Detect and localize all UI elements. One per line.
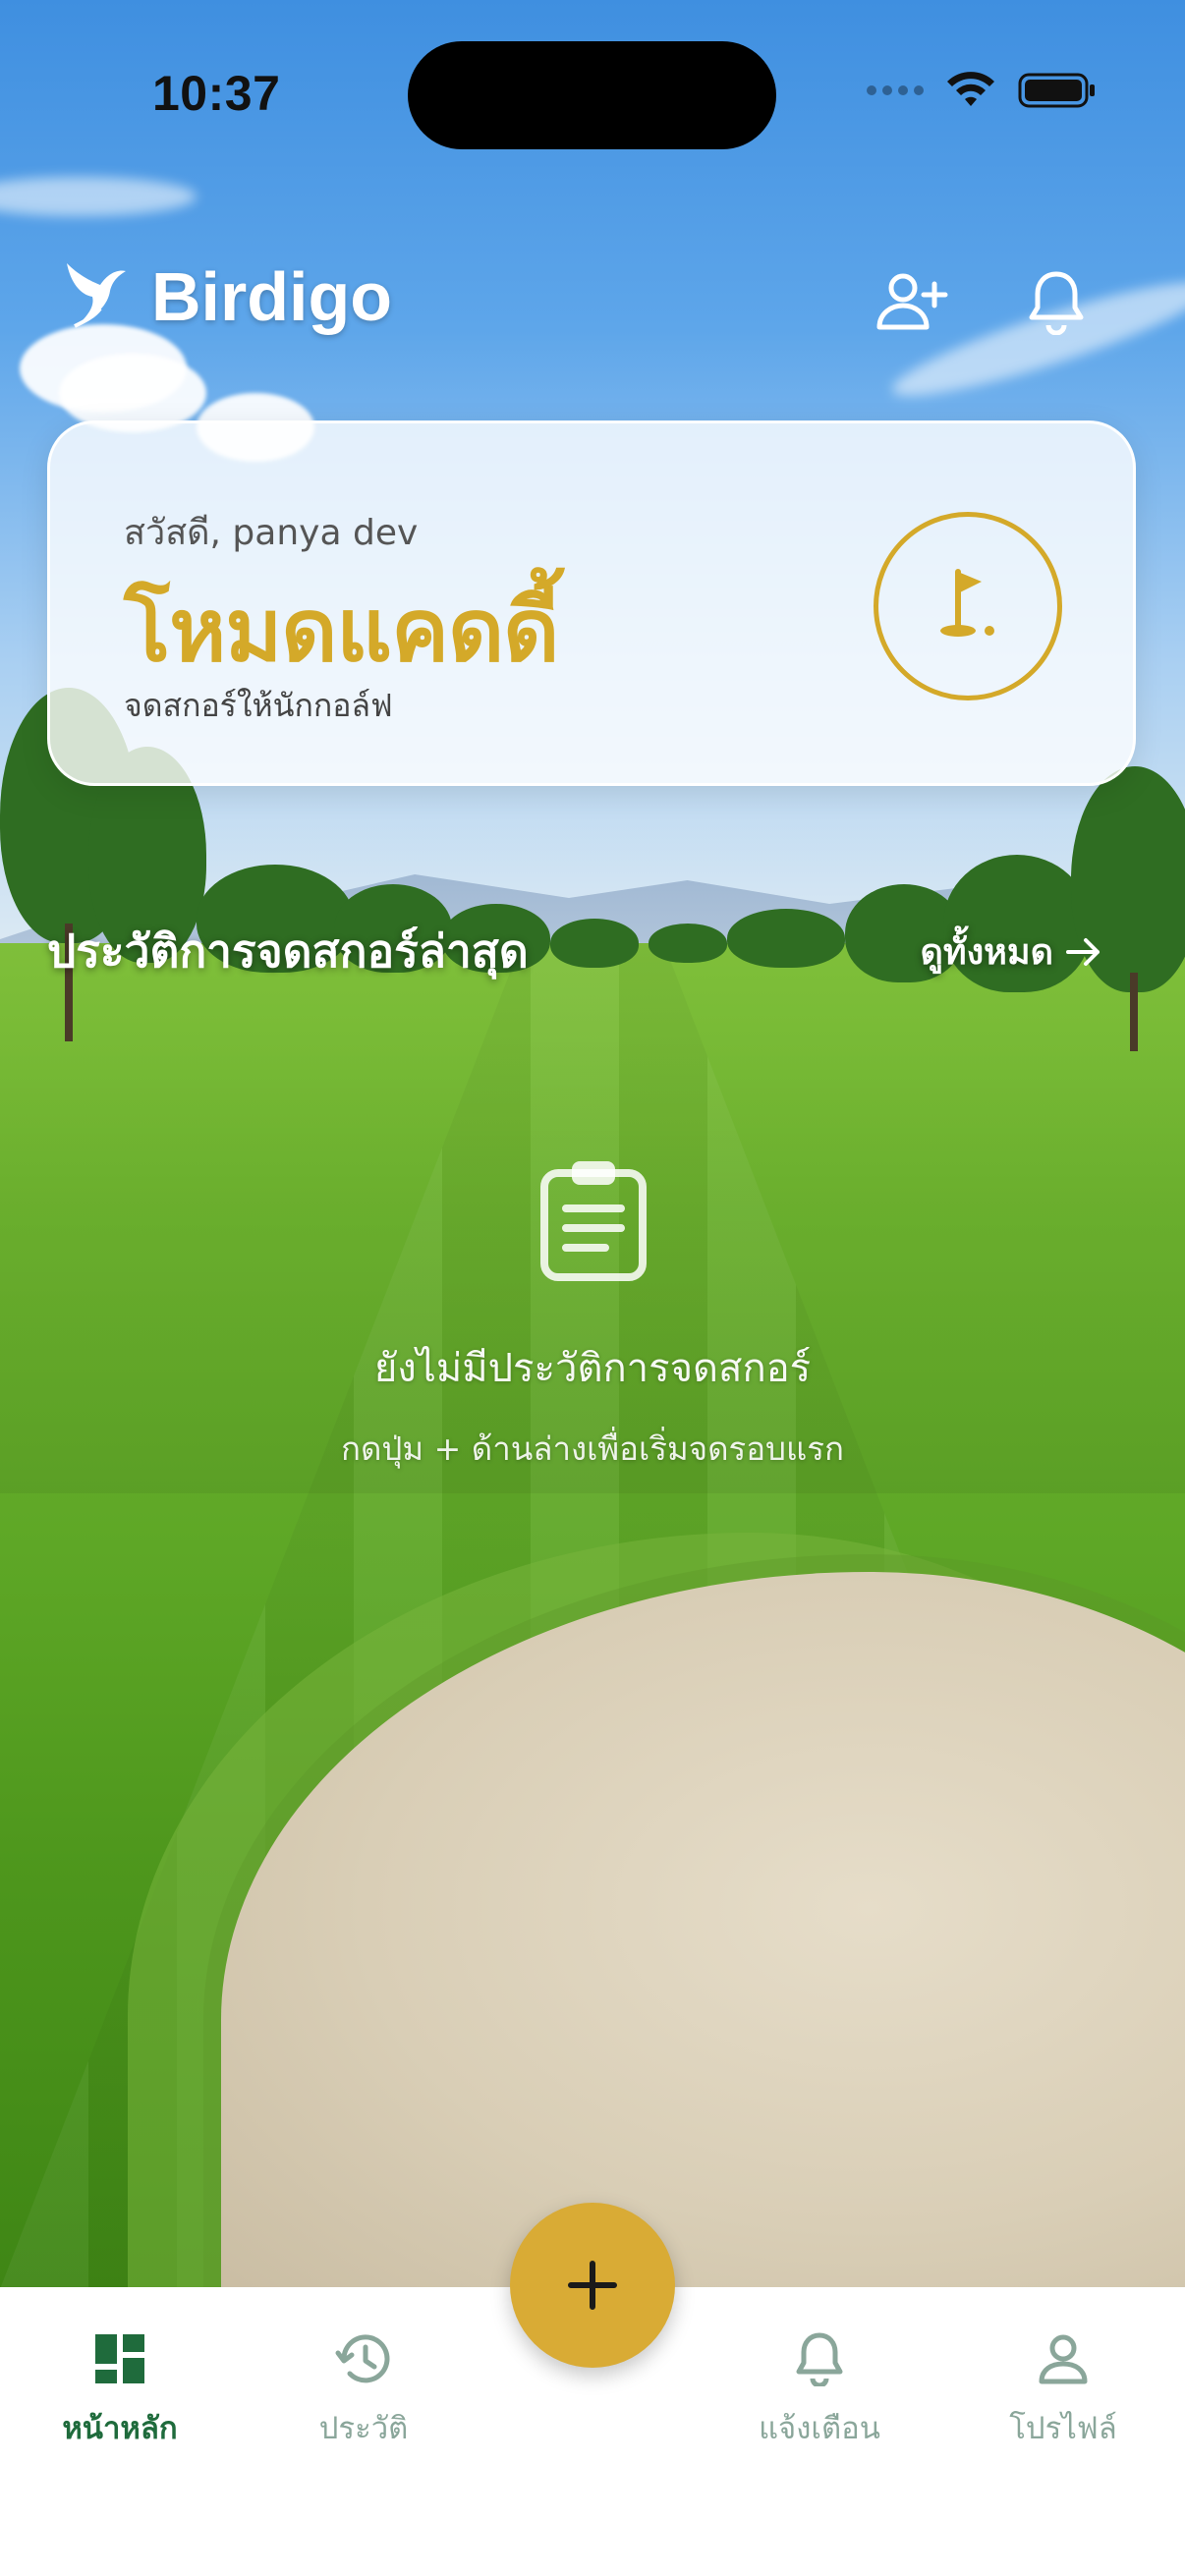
dashboard-icon	[95, 2334, 144, 2383]
dynamic-island	[408, 41, 776, 149]
person-icon	[1039, 2334, 1088, 2384]
nav-item-home[interactable]: หน้าหลัก	[22, 2326, 218, 2452]
plus-icon	[568, 2261, 617, 2310]
nav-item-history[interactable]: ประวัติ	[265, 2326, 462, 2452]
app-name: Birdigo	[151, 258, 392, 335]
caddy-mode-subtitle: จดสกอร์ให้นักกอล์ฟ	[124, 687, 393, 724]
nav-label-notifications: แจ้งเตือน	[759, 2411, 880, 2446]
home-screen: 10:37 Birdigo สวัสดี, panya dev โหมดแคดด…	[0, 0, 1185, 2576]
caddy-mode-title: โหมดแคดดี้	[124, 580, 559, 681]
see-all-label: ดูทั้งหมด	[920, 932, 1053, 973]
add-round-button[interactable]	[510, 2203, 675, 2368]
add-person-icon	[876, 273, 948, 330]
history-section-title: ประวัติการจดสกอร์ล่าสุด	[47, 924, 529, 978]
cellular-signal-icon	[867, 85, 924, 95]
empty-state-subtitle: กดปุ่ม + ด้านล่างเพื่อเริ่มจดรอบแรก	[341, 1429, 844, 1468]
nav-label-history: ประวัติ	[318, 2411, 409, 2446]
brand: Birdigo	[61, 257, 392, 336]
golf-flag-icon	[940, 569, 994, 637]
bird-logo-icon	[67, 263, 126, 328]
clipboard-icon	[540, 1161, 647, 1281]
bell-icon	[1029, 271, 1084, 335]
notifications-button[interactable]	[1012, 257, 1100, 346]
nav-item-profile[interactable]: โปรไฟล์	[965, 2326, 1161, 2452]
status-time: 10:37	[152, 66, 281, 121]
add-friend-button[interactable]	[869, 257, 957, 346]
caddy-mode-card[interactable]: สวัสดี, panya dev โหมดแคดดี้ จดสกอร์ให้น…	[47, 420, 1136, 786]
bell-icon	[796, 2332, 843, 2386]
arrow-right-icon	[1066, 937, 1100, 966]
golf-course-background	[0, 0, 1185, 2289]
nav-label-profile: โปรไฟล์	[1009, 2411, 1117, 2446]
status-icons	[867, 71, 1097, 110]
nav-label-home: หน้าหลัก	[62, 2411, 178, 2446]
greeting-text: สวัสดี, panya dev	[124, 513, 419, 553]
history-icon	[335, 2334, 390, 2383]
battery-icon	[1018, 73, 1095, 108]
nav-item-notifications[interactable]: แจ้งเตือน	[721, 2326, 918, 2452]
see-all-link[interactable]: ดูทั้งหมด	[920, 924, 1102, 980]
caddy-mode-button[interactable]	[874, 512, 1062, 700]
wifi-icon	[947, 72, 994, 106]
empty-state-title: ยังไม่มีประวัติการจดสกอร์	[373, 1346, 812, 1391]
